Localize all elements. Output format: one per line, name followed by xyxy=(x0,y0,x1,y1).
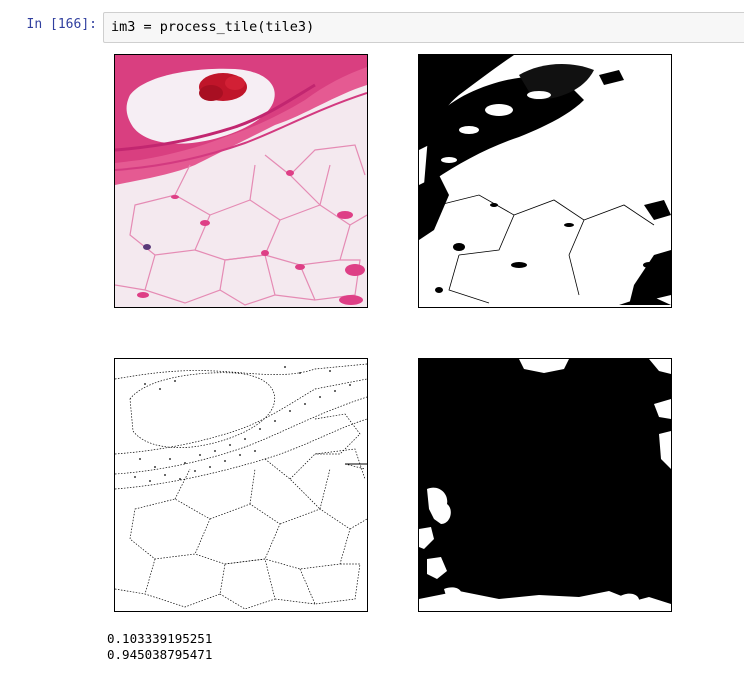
edge-detection-image xyxy=(114,358,368,612)
edge-map-image xyxy=(115,359,367,611)
filled-mask-image xyxy=(418,358,672,612)
input-prompt: In [166]: xyxy=(26,17,97,32)
output-line-1: 0.103339195251 xyxy=(107,631,213,646)
filled-mask-image xyxy=(419,359,671,611)
thresholded-mask-image xyxy=(418,54,672,308)
code-input[interactable]: im3 = process_tile(tile3) xyxy=(103,12,744,43)
he-stained-tissue-image xyxy=(115,55,367,307)
binary-mask-image xyxy=(419,55,671,307)
stream-output: 0.103339195251 0.945038795471 xyxy=(107,631,212,663)
original-tile-image xyxy=(114,54,368,308)
notebook-cell: In [166]: im3 = process_tile(tile3) 0.10… xyxy=(0,0,744,675)
output-line-2: 0.945038795471 xyxy=(107,647,213,662)
